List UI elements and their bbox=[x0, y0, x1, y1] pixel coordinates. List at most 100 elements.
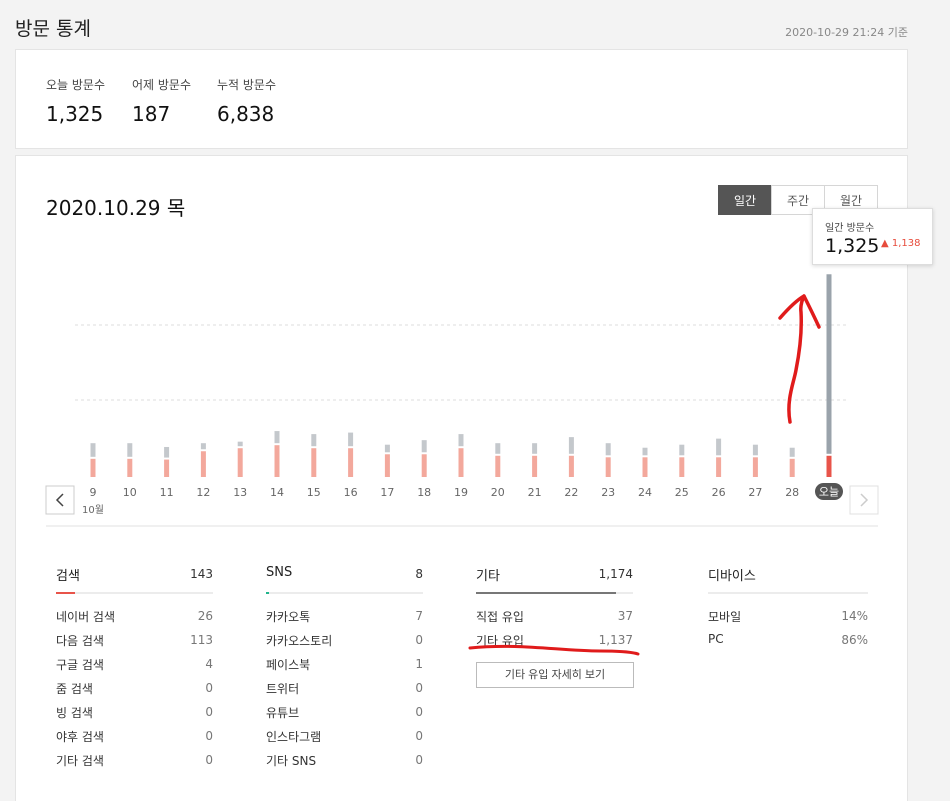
stat-row-value: 113 bbox=[190, 633, 213, 647]
summary-card: 오늘 방문수 1,325 어제 방문수 187 누적 방문수 6,838 bbox=[15, 49, 908, 149]
stat-row-value: 1,137 bbox=[598, 633, 633, 647]
chart-card: 2020.10.29 목 일간 주간 월간 검색 143 네이버 검색 26 다음 … bbox=[15, 155, 908, 801]
stat-row-value: 0 bbox=[205, 729, 213, 743]
tooltip-label: 일간 방문수 bbox=[825, 223, 875, 234]
tooltip-change: ▲ 1,138 bbox=[881, 238, 921, 249]
stat-row-value: 0 bbox=[415, 705, 423, 719]
section-title: 기타 bbox=[476, 569, 500, 584]
stat-row: 야후 검색 0 bbox=[56, 722, 213, 746]
sns-rows: 카카오톡 7 카카오스토리 0 페이스북 1 트위터 0 유튜브 0 인스타그램 0 기타 SNS 0 bbox=[266, 594, 423, 770]
section-title: 디바이스 bbox=[708, 569, 756, 584]
date-title: 2020.10.29 목 bbox=[46, 196, 186, 220]
stats-sns: SNS 8 카카오톡 7 카카오스토리 0 페이스북 1 트위터 0 유튜브 0 인스타그램 0 기타 … bbox=[266, 565, 423, 770]
stat-total-label: 누적 방문수 bbox=[217, 78, 277, 92]
stat-row: 페이스북 1 bbox=[266, 650, 423, 674]
stat-row-value: 0 bbox=[415, 729, 423, 743]
stat-row: 인스타그램 0 bbox=[266, 722, 423, 746]
stat-row: 줌 검색 0 bbox=[56, 674, 213, 698]
search-rows: 네이버 검색 26 다음 검색 113 구글 검색 4 줌 검색 0 빙 검색 0 야후 검색 0 기타… bbox=[56, 594, 213, 770]
stat-row: 네이버 검색 26 bbox=[56, 602, 213, 626]
stat-row-label: 네이버 검색 bbox=[56, 610, 116, 624]
prev-button[interactable] bbox=[45, 485, 75, 515]
stat-yesterday-label: 어제 방문수 bbox=[132, 78, 192, 92]
stat-row-value: 4 bbox=[205, 657, 213, 671]
stat-row-label: 줌 검색 bbox=[56, 682, 93, 696]
stat-today-value: 1,325 bbox=[46, 102, 104, 126]
stat-row-label: 모바일 bbox=[708, 610, 742, 624]
stat-row-label: 유튜브 bbox=[266, 706, 300, 720]
stats-search: 검색 143 네이버 검색 26 다음 검색 113 구글 검색 4 줌 검색 0 빙 검색 0 야… bbox=[56, 565, 213, 770]
other-inflow-detail-button[interactable]: 기타 유입 자세히 보기 bbox=[476, 662, 634, 688]
stat-row: 다음 검색 113 bbox=[56, 626, 213, 650]
stat-yesterday: 어제 방문수 187 bbox=[132, 76, 191, 126]
stats-etc: 기타 1,174 직접 유입 37 기타 유입 1,137 기타 유입 자세히 보기 bbox=[476, 565, 634, 688]
stat-row-value: 0 bbox=[205, 681, 213, 695]
stat-row-label: PC bbox=[708, 632, 724, 646]
section-count: 1,174 bbox=[598, 567, 633, 581]
up-triangle-icon: ▲ bbox=[881, 238, 889, 249]
stat-row: 모바일 14% bbox=[708, 602, 868, 626]
tooltip-change-value: 1,138 bbox=[891, 238, 921, 249]
stat-row-label: 페이스북 bbox=[266, 658, 311, 672]
stat-row: 직접 유입 37 bbox=[476, 602, 633, 626]
device-rows: 모바일 14% PC 86% bbox=[708, 594, 868, 650]
section-header: 검색 143 bbox=[56, 565, 213, 594]
section-bar bbox=[476, 592, 616, 594]
stat-row-label: 카카오스토리 bbox=[266, 634, 333, 648]
stat-row-label: 직접 유입 bbox=[476, 610, 524, 624]
stat-row-value: 7 bbox=[415, 609, 423, 623]
stat-row-label: 기타 검색 bbox=[56, 754, 104, 768]
stat-row-label: 빙 검색 bbox=[56, 706, 93, 720]
stat-yesterday-value: 187 bbox=[132, 102, 171, 126]
etc-rows: 직접 유입 37 기타 유입 1,137 bbox=[476, 594, 633, 650]
stat-total: 누적 방문수 6,838 bbox=[217, 76, 276, 126]
stat-row-label: 카카오톡 bbox=[266, 610, 311, 624]
stat-row: 유튜브 0 bbox=[266, 698, 423, 722]
stat-row: 기타 SNS 0 bbox=[266, 746, 423, 770]
stat-row: 기타 검색 0 bbox=[56, 746, 213, 770]
stat-row-label: 야후 검색 bbox=[56, 730, 104, 744]
stat-row-value: 26 bbox=[197, 609, 213, 623]
tooltip: 일간 방문수 1,325 ▲ 1,138 bbox=[812, 208, 933, 265]
section-header: 디바이스 bbox=[708, 565, 868, 594]
stat-row: 기타 유입 1,137 bbox=[476, 626, 633, 650]
stat-row: PC 86% bbox=[708, 626, 868, 650]
tooltip-value: 1,325 bbox=[825, 235, 880, 257]
stat-row-value: 0 bbox=[205, 705, 213, 719]
section-count: 8 bbox=[415, 567, 423, 581]
stat-row-value: 1 bbox=[415, 657, 423, 671]
stat-row-value: 0 bbox=[415, 633, 423, 647]
stat-row-value: 86% bbox=[841, 633, 868, 647]
stat-row-value: 14% bbox=[841, 609, 868, 623]
stat-row-value: 37 bbox=[617, 609, 633, 623]
stat-row: 구글 검색 4 bbox=[56, 650, 213, 674]
stat-row-label: 기타 SNS bbox=[266, 754, 317, 768]
stat-today-label: 오늘 방문수 bbox=[46, 78, 106, 92]
stats-device: 디바이스 모바일 14% PC 86% bbox=[708, 565, 868, 650]
page-title: 방문 통계 bbox=[15, 18, 91, 40]
stat-row-label: 구글 검색 bbox=[56, 658, 104, 672]
stat-row-value: 0 bbox=[415, 681, 423, 695]
section-header: 기타 1,174 bbox=[476, 565, 633, 594]
stat-row-label: 인스타그램 bbox=[266, 730, 322, 744]
section-count: 143 bbox=[190, 567, 213, 581]
section-header: SNS 8 bbox=[266, 565, 423, 594]
stat-row: 카카오스토리 0 bbox=[266, 626, 423, 650]
stat-today: 오늘 방문수 1,325 bbox=[46, 76, 105, 126]
stat-row-label: 기타 유입 bbox=[476, 634, 524, 648]
stat-total-value: 6,838 bbox=[217, 102, 275, 126]
updated-timestamp: 2020-10-29 21:24 기준 bbox=[785, 26, 908, 39]
tab-daily[interactable]: 일간 bbox=[718, 185, 772, 215]
stat-row: 트위터 0 bbox=[266, 674, 423, 698]
stat-row-label: 다음 검색 bbox=[56, 634, 104, 648]
stat-row-value: 0 bbox=[205, 753, 213, 767]
stat-row-value: 0 bbox=[415, 753, 423, 767]
stat-row-label: 트위터 bbox=[266, 682, 300, 696]
stat-row: 카카오톡 7 bbox=[266, 602, 423, 626]
stat-row: 빙 검색 0 bbox=[56, 698, 213, 722]
section-title: 검색 bbox=[56, 569, 80, 584]
next-button[interactable] bbox=[849, 485, 879, 515]
section-bar bbox=[56, 592, 75, 594]
section-bar bbox=[266, 592, 270, 594]
section-title: SNS bbox=[266, 565, 293, 580]
